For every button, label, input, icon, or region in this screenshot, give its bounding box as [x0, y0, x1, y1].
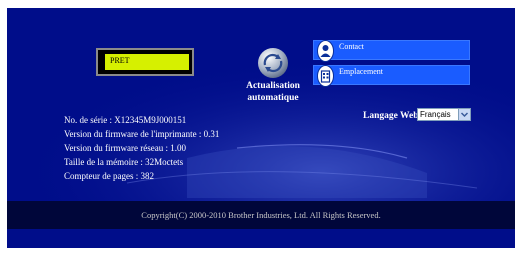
status-display: PRET	[96, 48, 194, 76]
contact-icon	[317, 40, 334, 62]
memory-size: Taille de la mémoire : 32Moctets	[64, 157, 184, 167]
auto-refresh-button[interactable]: Actualisation automatique	[243, 46, 303, 104]
printer-firmware-version: Version du firmware de l'imprimante : 0.…	[64, 129, 220, 139]
auto-refresh-label-line1: Actualisation	[246, 81, 300, 91]
serial-number: No. de série : X12345M9J000151	[64, 115, 187, 125]
web-language-select[interactable]: Français	[417, 108, 471, 121]
page-counter: Compteur de pages : 382	[64, 171, 154, 181]
contact-label: Contact	[339, 42, 364, 51]
auto-refresh-label-line2: automatique	[247, 93, 299, 103]
location-button[interactable]: Emplacement	[313, 65, 470, 87]
web-language-value: Français	[420, 110, 451, 119]
footer: Copyright(C) 2000-2010 Brother Industrie…	[7, 201, 515, 229]
location-label: Emplacement	[339, 67, 383, 76]
chevron-down-icon	[460, 112, 469, 118]
web-language-label: Langage Web:	[363, 111, 422, 121]
copyright-text: Copyright(C) 2000-2010 Brother Industrie…	[141, 210, 381, 220]
status-text: PRET	[105, 54, 189, 70]
contact-button[interactable]: Contact	[313, 40, 470, 62]
device-info: No. de série : X12345M9J000151 Version d…	[64, 113, 219, 183]
dropdown-button[interactable]	[458, 109, 470, 120]
main-panel: PRET Actualisation automatique Contact E…	[7, 8, 515, 248]
location-icon	[317, 65, 334, 87]
network-firmware-version: Version du firmware réseau : 1.00	[64, 143, 186, 153]
refresh-icon	[258, 48, 288, 78]
